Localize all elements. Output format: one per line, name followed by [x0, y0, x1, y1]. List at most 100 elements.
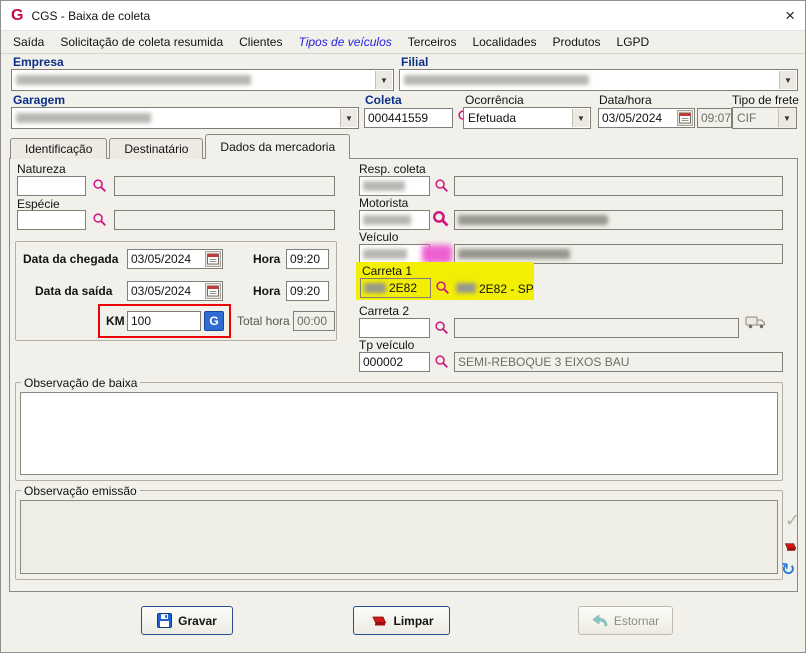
veiculo-desc-field	[454, 244, 783, 264]
data-saida-value: 03/05/2024	[131, 284, 192, 298]
especie-desc-field	[114, 210, 335, 230]
refresh-icon[interactable]: ↻	[781, 561, 795, 578]
app-logo-icon: G	[11, 6, 24, 24]
carreta2-desc-field	[454, 318, 739, 338]
gravar-button-label: Gravar	[178, 613, 217, 628]
resp-coleta-desc-field	[454, 176, 783, 196]
carreta1-code: 2E82	[389, 281, 418, 295]
motorista-label: Motorista	[359, 196, 409, 210]
empresa-combo[interactable]	[11, 69, 394, 91]
tab-destinatario[interactable]: Destinatário	[109, 138, 204, 159]
close-icon[interactable]: ×	[785, 7, 795, 24]
calendar-icon[interactable]	[205, 283, 221, 299]
obs-baixa-textarea[interactable]	[20, 392, 778, 475]
tipo-frete-label: Tipo de frete	[732, 93, 799, 107]
hora-chegada-label: Hora	[253, 252, 281, 266]
menu-item-produtos[interactable]: Produtos	[545, 31, 609, 53]
tab-identificacao[interactable]: Identificação	[10, 138, 108, 159]
motorista-desc-field	[454, 210, 783, 230]
redacted-text	[456, 283, 476, 293]
ocorrencia-label: Ocorrência	[465, 93, 524, 107]
calendar-icon[interactable]	[205, 251, 221, 267]
window-title: CGS - Baixa de coleta	[31, 8, 151, 23]
data-saida-input[interactable]: 03/05/2024	[127, 281, 223, 301]
resp-coleta-input[interactable]	[359, 176, 430, 196]
datahora-label: Data/hora	[599, 93, 652, 107]
menu-item-clientes[interactable]: Clientes	[231, 31, 290, 53]
tab-dados-mercadoria[interactable]: Dados da mercadoria	[205, 134, 351, 159]
carreta1-desc-text: 2E82 - SP	[479, 282, 534, 296]
dropdown-arrow-icon[interactable]	[779, 71, 796, 89]
veiculo-search-highlight	[422, 245, 452, 263]
motorista-search-icon[interactable]	[432, 210, 449, 230]
menu-item-lgpd[interactable]: LGPD	[609, 31, 658, 53]
tipo-frete-value: CIF	[737, 111, 757, 125]
menu-item-saida[interactable]: Saída	[5, 31, 52, 53]
km-gps-button[interactable]: G	[204, 311, 224, 331]
filial-label: Filial	[401, 55, 429, 69]
redacted-text	[16, 113, 151, 123]
limpar-button[interactable]: Limpar	[353, 606, 450, 635]
km-input[interactable]: 100	[127, 311, 201, 331]
data-baixa-input[interactable]: 03/05/2024	[598, 108, 695, 128]
tp-veiculo-input[interactable]: 000002	[359, 352, 430, 372]
garagem-label: Garagem	[13, 93, 66, 107]
hora-baixa-field: 09:07	[697, 108, 732, 128]
hora-chegada-input[interactable]: 09:20	[286, 249, 329, 269]
dropdown-arrow-icon[interactable]	[572, 109, 589, 127]
menu-item-solicitacao[interactable]: Solicitação de coleta resumida	[52, 31, 231, 53]
natureza-label: Natureza	[17, 162, 66, 176]
veiculo-input[interactable]	[359, 244, 430, 264]
obs-emissao-label: Observação emissão	[21, 484, 140, 498]
data-chegada-input[interactable]: 03/05/2024	[127, 249, 223, 269]
redacted-text	[364, 283, 386, 293]
veiculo-label: Veículo	[359, 230, 399, 244]
tp-veiculo-search-icon[interactable]	[434, 354, 449, 372]
obs-emissao-textarea	[20, 500, 778, 574]
resp-coleta-label: Resp. coleta	[359, 162, 426, 176]
coleta-label: Coleta	[365, 93, 402, 107]
estornar-button-label: Estornar	[613, 613, 660, 628]
motorista-input[interactable]	[359, 210, 430, 230]
dropdown-arrow-icon[interactable]	[340, 109, 357, 127]
save-floppy-icon	[157, 613, 172, 628]
menu-item-localidades[interactable]: Localidades	[464, 31, 544, 53]
menu-item-tipos-veiculos[interactable]: Tipos de veículos	[290, 31, 399, 53]
ocorrencia-combo[interactable]: Efetuada	[463, 107, 591, 129]
especie-search-icon[interactable]	[92, 212, 107, 230]
garagem-combo[interactable]	[11, 107, 359, 129]
eraser-icon[interactable]	[782, 541, 797, 555]
redacted-text	[363, 249, 407, 259]
tp-veiculo-desc-field: SEMI-REBOQUE 3 EIXOS BAU	[454, 352, 783, 372]
app-window: G CGS - Baixa de coleta × Saída Solicita…	[0, 0, 806, 653]
data-chegada-value: 03/05/2024	[131, 252, 192, 266]
carreta1-search-icon[interactable]	[435, 280, 450, 298]
hora-saida-input[interactable]: 09:20	[286, 281, 329, 301]
hora-saida-label: Hora	[253, 284, 281, 298]
estornar-button: Estornar	[578, 606, 673, 635]
confirm-check-icon: ✓	[785, 510, 801, 530]
tipo-frete-combo: CIF	[732, 107, 797, 129]
carreta1-input[interactable]: 2E82	[360, 278, 431, 298]
undo-arrow-icon	[592, 614, 608, 627]
total-hora-label: Total hora	[237, 314, 290, 328]
calendar-icon[interactable]	[677, 110, 693, 126]
natureza-input[interactable]	[17, 176, 86, 196]
natureza-search-icon[interactable]	[92, 178, 107, 196]
titlebar: G CGS - Baixa de coleta ×	[1, 1, 805, 31]
carreta2-search-icon[interactable]	[434, 320, 449, 338]
especie-input[interactable]	[17, 210, 86, 230]
coleta-input[interactable]: 000441559	[364, 108, 453, 128]
filial-combo[interactable]	[399, 69, 798, 91]
resp-coleta-search-icon[interactable]	[434, 178, 449, 196]
menu-item-terceiros[interactable]: Terceiros	[400, 31, 465, 53]
gravar-button[interactable]: Gravar	[141, 606, 233, 635]
total-hora-field: 00:00	[293, 311, 335, 331]
limpar-button-label: Limpar	[393, 613, 434, 628]
carreta1-desc: 2E82 - SP	[456, 282, 534, 296]
dropdown-arrow-icon[interactable]	[375, 71, 392, 89]
redacted-text	[458, 215, 608, 225]
truck-icon	[745, 314, 767, 331]
tab-strip: Identificação Destinatário Dados da merc…	[10, 134, 352, 159]
carreta2-input[interactable]	[359, 318, 430, 338]
